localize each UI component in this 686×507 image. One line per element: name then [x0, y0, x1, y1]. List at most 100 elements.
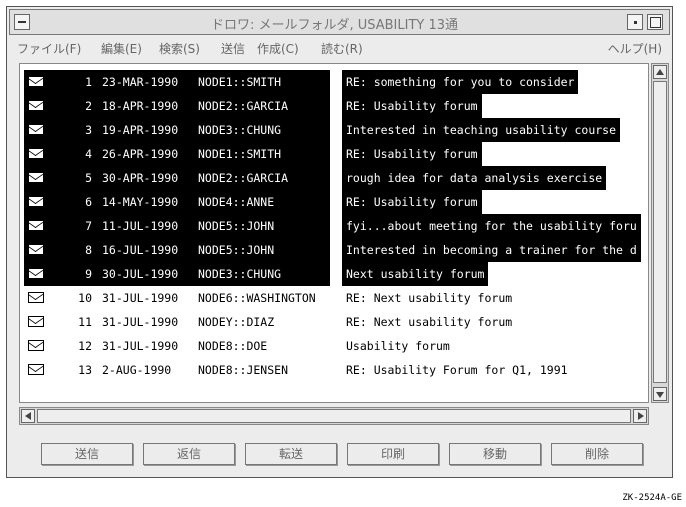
figure-code: ZK-2524A-GE	[622, 493, 682, 503]
message-row[interactable]: 6 14-MAY-1990 NODE4::ANNE RE: Usability for…	[24, 190, 644, 214]
message-num: 11	[78, 315, 92, 329]
message-from: NODE2::GARCIA	[198, 99, 289, 113]
message-date: 26-APR-1990	[102, 147, 179, 161]
message-row[interactable]: 7 11-JUL-1990 NODE5::JOHN fyi...about meeti…	[24, 214, 644, 238]
title-bar[interactable]: ドロワ: メールフォルダ, USABILITY 13通	[9, 9, 670, 35]
menu-create[interactable]: 作成(C)	[257, 40, 299, 57]
scroll-right-icon[interactable]	[633, 409, 647, 423]
envelope-icon	[28, 220, 44, 231]
move-button[interactable]: 移動	[449, 443, 541, 465]
message-subject: RE: Usability forum	[342, 142, 482, 166]
horizontal-scrollbar[interactable]	[19, 407, 649, 425]
menu-file[interactable]: ファイル(F)	[17, 40, 81, 57]
message-from: NODE3::CHUNG	[198, 267, 282, 281]
horizontal-scroll-thumb[interactable]	[37, 409, 631, 423]
message-subject: RE: Next usability forum	[346, 291, 513, 305]
print-button[interactable]: 印刷	[347, 443, 439, 465]
message-list[interactable]: 1 23-MAR-1990 NODE1::SMITH RE: something fo…	[19, 63, 649, 403]
delete-button[interactable]: 削除	[551, 443, 643, 465]
menu-help[interactable]: ヘルプ(H)	[608, 40, 662, 57]
message-date: 2-AUG-1990	[102, 363, 172, 377]
message-subject: Usability forum	[346, 339, 450, 353]
window-menu-icon[interactable]	[14, 14, 30, 30]
message-num: 12	[78, 339, 92, 353]
message-date: 31-JUL-1990	[102, 339, 179, 353]
message-subject: rough idea for data analysis exercise	[342, 166, 607, 190]
message-date: 31-JUL-1990	[102, 315, 179, 329]
envelope-icon	[28, 364, 44, 375]
message-num: 3	[85, 123, 92, 137]
message-subject: Interested in becoming a trainer for the…	[342, 238, 641, 262]
message-row[interactable]: 11 31-JUL-1990 NODEY::DIAZ RE: Next usabili…	[24, 310, 644, 334]
window-title: ドロワ: メールフォルダ, USABILITY 13通	[210, 18, 459, 33]
send-button[interactable]: 送信	[41, 443, 133, 465]
message-subject: fyi...about meeting for the usability fo…	[342, 214, 641, 238]
envelope-icon	[28, 244, 44, 255]
message-row[interactable]: 13 2-AUG-1990 NODE8::JENSEN RE: Usability F…	[24, 358, 644, 382]
message-date: 30-JUL-1990	[102, 267, 179, 281]
message-num: 6	[85, 195, 92, 209]
message-num: 5	[85, 171, 92, 185]
message-subject: Next usability forum	[342, 262, 489, 286]
envelope-icon	[28, 268, 44, 279]
message-subject: RE: Usability forum	[342, 190, 482, 214]
message-num: 1	[85, 75, 92, 89]
message-row[interactable]: 12 31-JUL-1990 NODE8::DOE Usability forum	[24, 334, 644, 358]
message-date: 23-MAR-1990	[102, 75, 179, 89]
envelope-icon	[28, 100, 44, 111]
message-num: 7	[85, 219, 92, 233]
message-date: 16-JUL-1990	[102, 243, 179, 257]
message-row[interactable]: 3 19-APR-1990 NODE3::CHUNG Interested in te…	[24, 118, 644, 142]
message-from: NODE8::JENSEN	[198, 363, 289, 377]
envelope-icon	[28, 124, 44, 135]
message-from: NODE5::JOHN	[198, 219, 275, 233]
message-subject: Interested in teaching usability course	[342, 118, 621, 142]
envelope-icon	[28, 292, 44, 303]
message-row[interactable]: 9 30-JUL-1990 NODE3::CHUNG Next usability f…	[24, 262, 644, 286]
menu-send[interactable]: 送信	[221, 40, 245, 57]
message-row[interactable]: 10 31-JUL-1990 NODE6::WASHINGTON RE: Next u…	[24, 286, 644, 310]
message-row[interactable]: 1 23-MAR-1990 NODE1::SMITH RE: something fo…	[24, 70, 644, 94]
message-from: NODE2::GARCIA	[198, 171, 289, 185]
message-subject: RE: something for you to consider	[342, 70, 579, 94]
message-num: 13	[78, 363, 92, 377]
message-row[interactable]: 4 26-APR-1990 NODE1::SMITH RE: Usability fo…	[24, 142, 644, 166]
menu-bar: ファイル(F) 編集(E) 検索(S) 送信 作成(C) 読む(R) ヘルプ(H…	[9, 37, 670, 59]
message-subject: RE: Usability Forum for Q1, 1991	[346, 363, 568, 377]
message-from: NODE6::WASHINGTON	[198, 291, 316, 305]
scroll-down-icon[interactable]	[653, 387, 667, 401]
message-date: 31-JUL-1990	[102, 291, 179, 305]
envelope-icon	[28, 172, 44, 183]
message-subject: RE: Usability forum	[342, 94, 482, 118]
message-date: 19-APR-1990	[102, 123, 179, 137]
envelope-icon	[28, 340, 44, 351]
message-from: NODE1::SMITH	[198, 147, 282, 161]
scroll-up-icon[interactable]	[653, 65, 667, 79]
forward-button[interactable]: 転送	[245, 443, 337, 465]
message-date: 14-MAY-1990	[102, 195, 179, 209]
menu-search[interactable]: 検索(S)	[159, 40, 200, 57]
minimize-icon[interactable]	[627, 14, 643, 30]
message-num: 4	[85, 147, 92, 161]
message-from: NODEY::DIAZ	[198, 315, 275, 329]
message-from: NODE8::DOE	[198, 339, 268, 353]
envelope-icon	[28, 316, 44, 327]
message-row[interactable]: 2 18-APR-1990 NODE2::GARCIA RE: Usability f…	[24, 94, 644, 118]
maximize-icon[interactable]	[647, 14, 663, 30]
vertical-scroll-thumb[interactable]	[653, 81, 667, 383]
envelope-icon	[28, 196, 44, 207]
menu-edit[interactable]: 編集(E)	[101, 40, 142, 57]
message-row[interactable]: 5 30-APR-1990 NODE2::GARCIA rough idea for …	[24, 166, 644, 190]
envelope-icon	[28, 76, 44, 87]
scroll-left-icon[interactable]	[21, 409, 35, 423]
menu-read[interactable]: 読む(R)	[321, 40, 363, 57]
message-num: 10	[78, 291, 92, 305]
reply-button[interactable]: 返信	[143, 443, 235, 465]
message-row[interactable]: 8 16-JUL-1990 NODE5::JOHN Interested in bec…	[24, 238, 644, 262]
vertical-scrollbar[interactable]	[651, 63, 669, 403]
message-date: 30-APR-1990	[102, 171, 179, 185]
message-from: NODE1::SMITH	[198, 75, 282, 89]
message-num: 8	[85, 243, 92, 257]
envelope-icon	[28, 148, 44, 159]
message-from: NODE4::ANNE	[198, 195, 275, 209]
